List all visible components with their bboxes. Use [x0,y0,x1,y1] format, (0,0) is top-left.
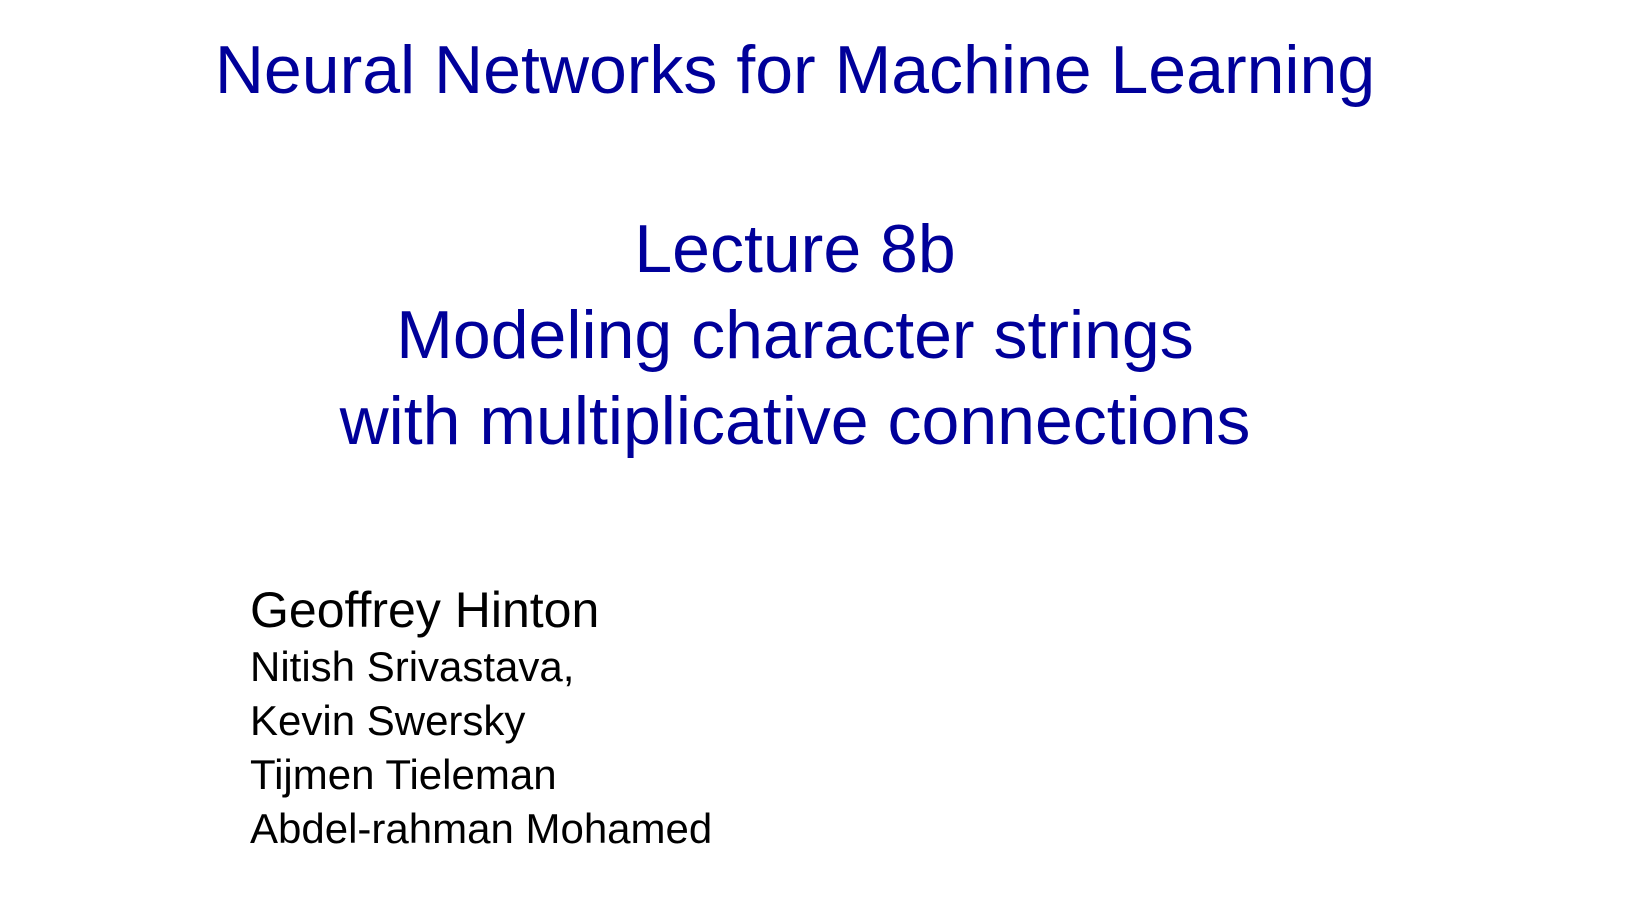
slide: Neural Networks for Machine Learning Lec… [0,0,1630,915]
course-title: Neural Networks for Machine Learning [214,32,1376,108]
author-name: Kevin Swersky [250,697,526,744]
author-name: Nitish Srivastava, [250,643,575,690]
author-list: Geoffrey Hinton Nitish Srivastava, Kevin… [250,580,712,856]
lecture-title-line-1: Modeling character strings [396,297,1194,373]
lecture-heading: Lecture 8b Modeling character strings wi… [0,206,1590,464]
author-name: Abdel-rahman Mohamed [250,805,713,852]
lecture-number: Lecture 8b [634,211,956,287]
lecture-title-line-2: with multiplicative connections [339,383,1251,459]
author-name: Tijmen Tieleman [250,751,557,798]
author-main: Geoffrey Hinton [250,582,600,638]
